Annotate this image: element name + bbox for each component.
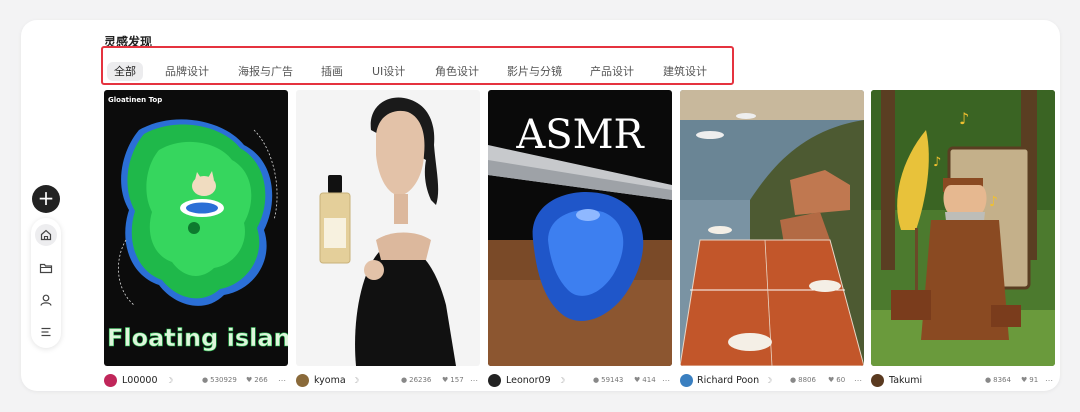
author-avatar[interactable] (871, 374, 884, 387)
tab-film-storyboard[interactable]: 影片与分镜 (507, 62, 562, 81)
view-count: ● 59143 (593, 376, 624, 384)
author-avatar[interactable] (296, 374, 309, 387)
tab-illustration[interactable]: 插画 (321, 62, 343, 81)
heart-icon: ♥ (1021, 376, 1028, 384)
author-name[interactable]: Takumi (889, 374, 922, 387)
svg-text:♪: ♪ (989, 194, 998, 210)
more-icon[interactable]: ⋯ (854, 374, 862, 387)
heart-icon: ♥ (246, 376, 253, 384)
heart-icon: ♥ (828, 376, 835, 384)
eye-icon: ● (401, 376, 408, 384)
card-caption: Floating island (107, 324, 288, 352)
gallery-card-asmr[interactable]: ASMR (488, 90, 672, 366)
home-icon[interactable] (35, 224, 57, 246)
gallery-card-perfume-portrait[interactable] (296, 90, 480, 366)
gallery-card-floating-island[interactable]: Gloatinen Top Floating island (104, 90, 288, 366)
folder-icon[interactable] (35, 257, 57, 279)
moon-icon: ☽ (765, 376, 773, 385)
author-name[interactable]: L00000 (122, 374, 158, 387)
view-count: ● 26236 (401, 376, 432, 384)
view-count: ● 8806 (790, 376, 816, 384)
heart-icon: ♥ (442, 376, 449, 384)
more-icon[interactable]: ⋯ (470, 374, 478, 387)
more-icon[interactable]: ⋯ (1045, 374, 1053, 387)
eye-icon: ● (790, 376, 797, 384)
tab-architecture-design[interactable]: 建筑设计 (663, 62, 707, 81)
like-count[interactable]: ♥ 91 (1021, 374, 1038, 387)
create-button[interactable]: + (32, 185, 60, 213)
card-top-label: Gloatinen Top (108, 96, 162, 104)
gallery-card-pixel-wizard[interactable]: ♪ ♪ ♪ (871, 90, 1055, 366)
heart-icon: ♥ (634, 376, 641, 384)
author-name[interactable]: Leonor09 (506, 374, 551, 387)
moon-icon: ☽ (558, 376, 566, 385)
like-count[interactable]: ♥ 60 (828, 374, 845, 387)
author-avatar[interactable] (680, 374, 693, 387)
view-count: ● 8364 (985, 376, 1011, 384)
svg-text:♪: ♪ (933, 155, 941, 170)
tab-product-design[interactable]: 产品设计 (590, 62, 634, 81)
author-avatar[interactable] (104, 374, 117, 387)
more-icon[interactable]: ⋯ (278, 374, 286, 387)
view-count: ● 530929 (202, 376, 237, 384)
author-name[interactable]: Richard Poon (697, 374, 759, 387)
moon-icon: ☽ (352, 376, 360, 385)
more-icon[interactable]: ⋯ (662, 374, 670, 387)
like-count[interactable]: ♥ 414 (634, 374, 656, 387)
tab-all[interactable]: 全部 (107, 62, 143, 81)
author-avatar[interactable] (488, 374, 501, 387)
tab-brand-design[interactable]: 品牌设计 (165, 62, 209, 81)
like-count[interactable]: ♥ 157 (442, 374, 464, 387)
tab-ui-design[interactable]: UI设计 (372, 62, 405, 81)
like-count[interactable]: ♥ 266 (246, 374, 268, 387)
menu-icon[interactable] (35, 321, 57, 343)
tab-poster-ads[interactable]: 海报与广告 (238, 62, 293, 81)
eye-icon: ● (593, 376, 600, 384)
moon-icon: ☽ (166, 376, 174, 385)
eye-icon: ● (985, 376, 992, 384)
tab-character-design[interactable]: 角色设计 (435, 62, 479, 81)
author-name[interactable]: kyoma (314, 374, 346, 387)
eye-icon: ● (202, 376, 209, 384)
gallery-card-coastal-tennis[interactable] (680, 90, 864, 366)
user-icon[interactable] (35, 289, 57, 311)
svg-text:♪: ♪ (959, 109, 969, 128)
card-overlay-text: ASMR (515, 112, 645, 158)
